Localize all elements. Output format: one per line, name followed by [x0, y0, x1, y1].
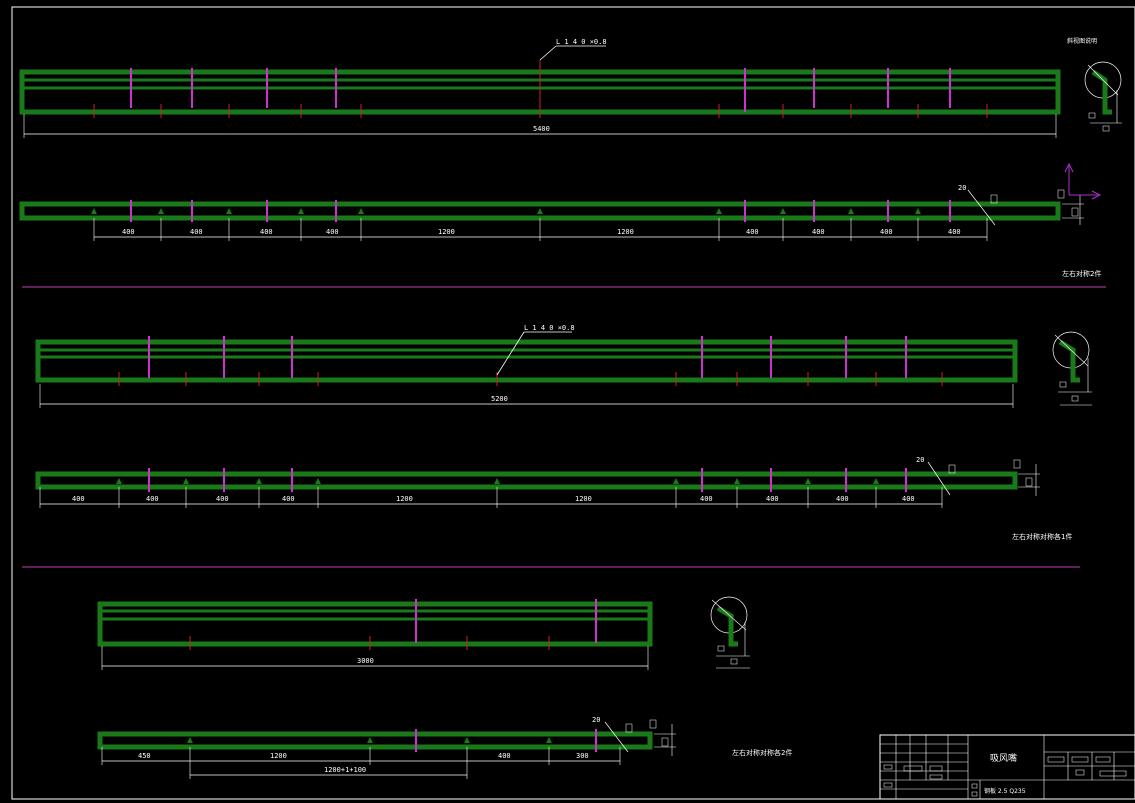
view-3-seg-5: 300 [576, 752, 589, 760]
view-1-quantity-note: 左右对称2件 [1062, 269, 1101, 278]
view-2-seg-9: 400 [836, 495, 849, 503]
view-2-total-length: 5200 [491, 395, 508, 403]
view-1-section-label: 斜视图说明 [1067, 37, 1097, 45]
view-2-seg-5: 1200 [396, 495, 413, 503]
view-1-seg-9: 400 [880, 228, 893, 236]
view-1-seg-8: 400 [812, 228, 825, 236]
view-2-seg-7: 400 [700, 495, 713, 503]
view-2-quantity-note: 左右对称对称各1件 [1012, 532, 1072, 541]
view-2-seg-6: 1200 [575, 495, 592, 503]
view-2-seg-4: 400 [282, 495, 295, 503]
view-1-seg-7: 400 [746, 228, 759, 236]
view-3-seg-4: 400 [498, 752, 511, 760]
view-1-seg-2: 400 [190, 228, 203, 236]
view-2-end-label: 20 [916, 456, 924, 464]
view-1-seg-3: 400 [260, 228, 273, 236]
view-1-end-label: 20 [958, 184, 966, 192]
view-1-seg-6: 1200 [617, 228, 634, 236]
drawing-background [0, 0, 1135, 803]
view-3-quantity-note: 左右对称对称各2件 [732, 748, 792, 757]
view-3-end-label: 20 [592, 716, 600, 724]
view-2-seg-1: 400 [72, 495, 85, 503]
view-1-total-length: 5400 [533, 125, 550, 133]
view-1-seg-10: 400 [948, 228, 961, 236]
view-3-seg-1: 450 [138, 752, 151, 760]
view-1-seg-4: 400 [326, 228, 339, 236]
view-2-seg-8: 400 [766, 495, 779, 503]
view-2-profile-note: L 1 4 0 ×0.8 [524, 324, 575, 332]
title-block: 吸风嘴 钢板 2.5 Q235 [879, 734, 1135, 800]
view-2-seg-10: 400 [902, 495, 915, 503]
view-2-seg-2: 400 [146, 495, 159, 503]
view-3-seg-2: 1200 [270, 752, 287, 760]
title-block-material: 钢板 2.5 Q235 [984, 787, 1026, 795]
view-1-profile-note: L 1 4 0 ×0.8 [556, 38, 607, 46]
view-2-seg-3: 400 [216, 495, 229, 503]
cad-drawing: L 1 4 0 ×0.8 5400 斜视图说明 400 400 400 400 … [0, 0, 1135, 803]
view-1-seg-5: 1200 [438, 228, 455, 236]
title-block-title: 吸风嘴 [990, 753, 1017, 764]
view-1-seg-1: 400 [122, 228, 135, 236]
view-3-seg-3: 1200+1+100 [324, 766, 366, 774]
view-3-total-length: 3000 [357, 657, 374, 665]
